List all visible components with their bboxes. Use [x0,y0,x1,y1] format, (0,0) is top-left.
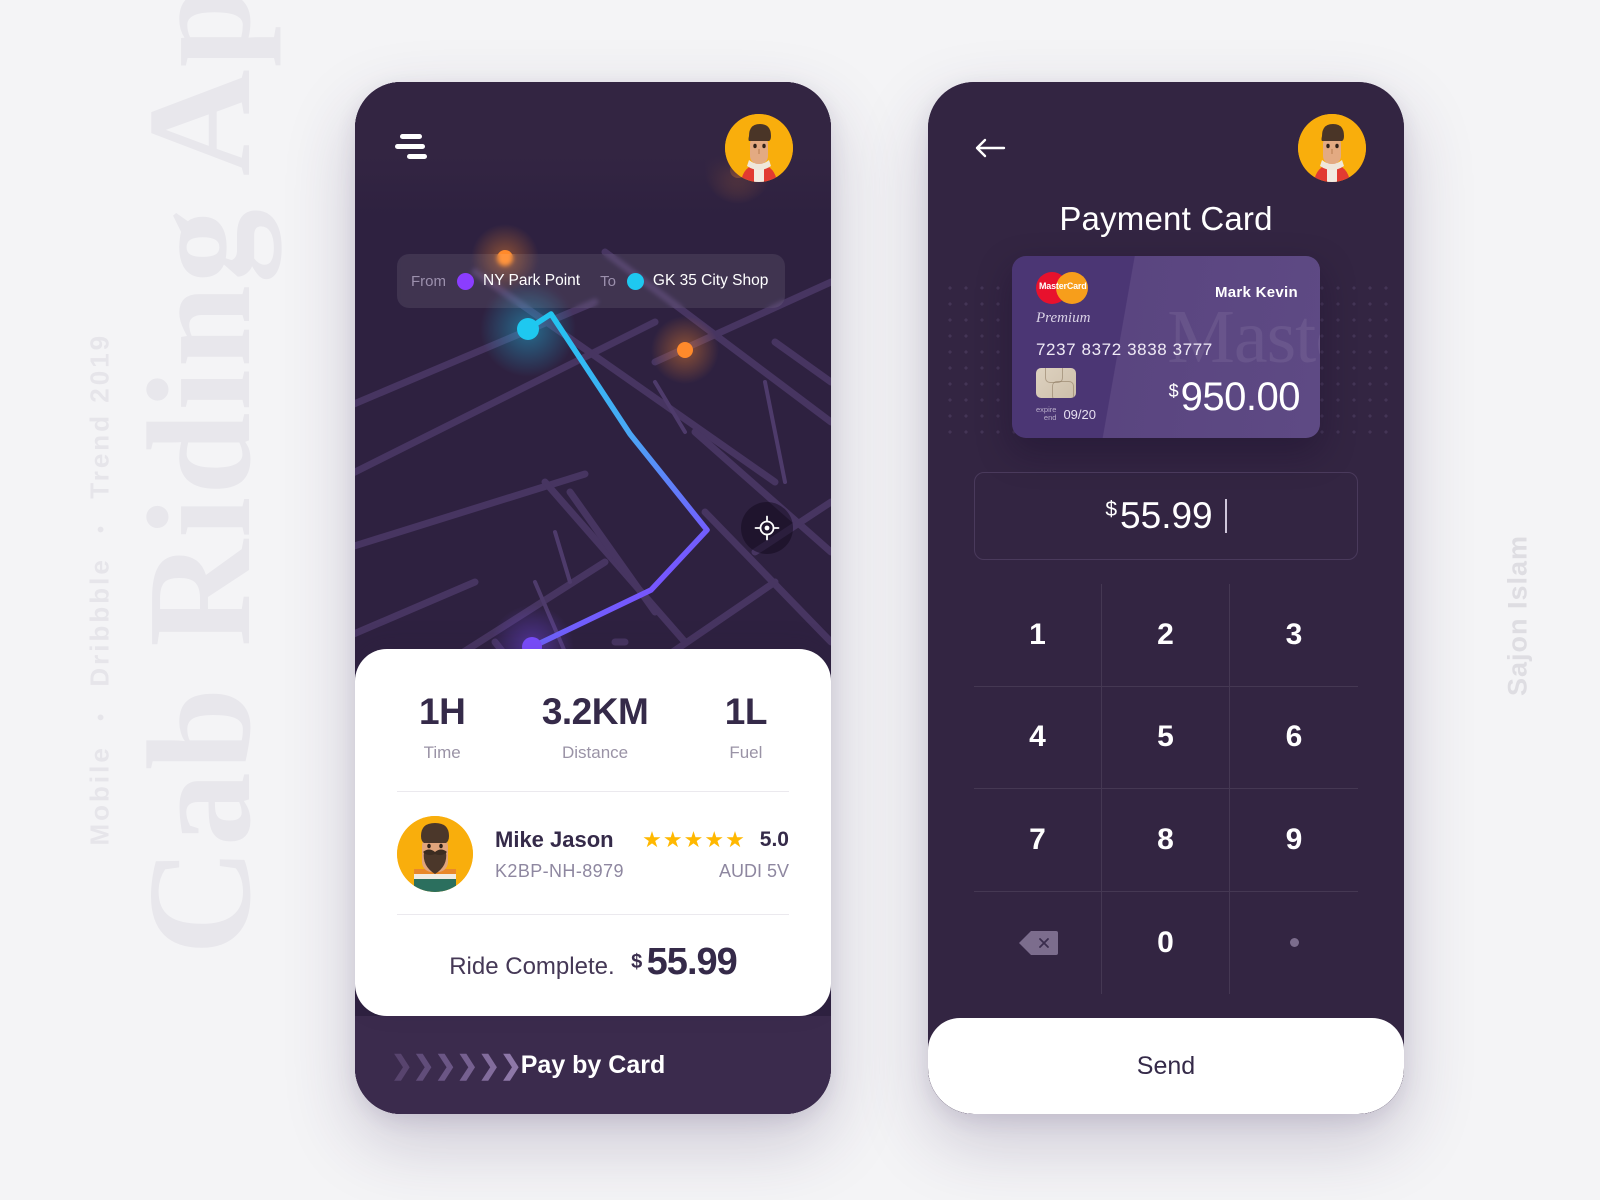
stat-fuel: 1L Fuel [724,691,768,763]
rating-score: 5.0 [759,827,789,851]
route-from-dot [457,272,474,290]
stat-distance-value: 3.2KM [541,691,649,732]
amount-currency: $ [1105,498,1118,521]
payment-screen: Payment Card Maste MasterCard Premium Ma… [928,82,1404,1114]
driver-row-top: Mike Jason ★★★★★ 5.0 [495,827,789,853]
key-2[interactable]: 2 [1102,584,1230,687]
avatar[interactable] [725,114,793,182]
stat-fuel-value: 1L [724,691,768,732]
rating-stars: ★★★★★ [642,826,746,852]
ride-stats: 1H Time 3.2KM Distance 1L Fuel [397,691,789,791]
mastercard-logo-icon: MasterCard [1036,272,1088,304]
send-button[interactable]: Send [928,1018,1404,1114]
meta-separator-1: • [90,710,113,721]
avatar[interactable] [1298,114,1366,182]
text-cursor [1224,499,1227,533]
stat-distance-label: Distance [561,743,629,762]
numeric-keypad: 1 2 3 4 5 6 7 8 9 0 [974,584,1358,994]
route-to-label: To [600,272,616,290]
driver-car-model: AUDI 5V [718,860,789,881]
background-title: Cab Riding App [118,0,282,955]
key-4[interactable]: 4 [974,686,1102,789]
fare-currency: $ [631,950,643,973]
card-expiry: expire end 09/20 [1036,405,1096,423]
route-pill[interactable]: From NY Park Point To GK 35 City Shop [397,254,785,308]
key-3[interactable]: 3 [1230,584,1358,687]
pay-by-card-label: Pay by Card [520,1050,666,1079]
background-meta: Mobile • Dribbble • Trend 2019 [84,333,116,846]
driver-rating: ★★★★★ 5.0 [642,827,789,853]
driver-info: Mike Jason ★★★★★ 5.0 K2BP-NH-8979 AUDI 5… [473,827,789,882]
background-meta-dribbble: Dribbble [84,557,115,687]
driver-plate: K2BP-NH-8979 [495,860,624,881]
card-balance-currency: $ [1168,381,1179,401]
decimal-dot-icon [1289,938,1299,948]
backspace-icon [1018,930,1058,955]
driver-avatar-illustration [397,816,473,892]
card-holder-name: Mark Kevin [1214,284,1298,301]
credit-card[interactable]: Maste MasterCard Premium Mark Kevin 7237… [1012,256,1320,438]
phone-payment: Payment Card Maste MasterCard Premium Ma… [928,82,1404,1114]
card-number: 7237 8372 3838 3777 [1036,340,1213,359]
hamburger-icon[interactable] [395,134,433,160]
driver-row-bottom: K2BP-NH-8979 AUDI 5V [495,853,789,882]
key-7[interactable]: 7 [974,789,1102,892]
pay-by-card-button[interactable]: ❯ ❯ ❯ ❯ ❯ ❯ Pay by Card [355,1016,831,1114]
stat-distance: 3.2KM Distance [541,691,649,763]
fare-label: Ride Complete. [449,953,615,980]
phone-ride-summary: From NY Park Point To GK 35 City Shop 1H… [355,82,831,1114]
avatar-illustration [1298,114,1366,182]
card-expiry-label: expire end [1036,405,1057,423]
card-balance-amount: 950.00 [1180,375,1301,419]
ride-summary-card: 1H Time 3.2KM Distance 1L Fuel Mike Jaso… [355,649,831,1016]
route-to-value: GK 35 City Shop [652,272,769,289]
key-1[interactable]: 1 [974,584,1102,687]
card-tier: Premium [1036,310,1091,326]
key-backspace[interactable] [974,891,1102,994]
canvas: Cab Riding App Mobile • Dribbble • Trend… [0,0,1600,1200]
background-meta-mobile: Mobile [84,745,115,846]
key-5[interactable]: 5 [1102,686,1230,789]
amount-input[interactable]: $ 55.99 [974,472,1358,560]
crosshair-icon [754,515,780,541]
amount-value: 55.99 [1120,495,1213,536]
route-to-dot [626,272,644,290]
stat-time-label: Time [423,743,461,762]
background-meta-trend: Trend 2019 [84,332,115,499]
arrow-left-icon [975,138,1006,158]
key-decimal[interactable] [1230,892,1358,995]
card-watermark: Maste [1167,295,1320,379]
back-button[interactable] [970,128,1010,168]
route-from-value: NY Park Point [483,272,581,289]
key-9[interactable]: 9 [1230,789,1358,892]
fare-amount: 55.99 [646,941,738,983]
meta-separator-2: • [90,522,113,533]
locate-button[interactable] [741,502,793,554]
send-label: Send [1136,1051,1196,1080]
stat-fuel-label: Fuel [729,743,763,762]
stat-time: 1H Time [419,691,466,763]
driver-row[interactable]: Mike Jason ★★★★★ 5.0 K2BP-NH-8979 AUDI 5… [397,792,789,914]
driver-name: Mike Jason [495,826,614,852]
key-8[interactable]: 8 [1102,789,1230,892]
fare-row: Ride Complete. $ 55.99 [397,915,789,1016]
route-from-label: From [411,272,446,290]
mastercard-brand-text: MasterCard [1039,281,1087,291]
avatar-illustration [725,114,793,182]
key-6[interactable]: 6 [1230,687,1358,789]
card-chip-icon [1036,368,1076,398]
background-author: Sajon Islam [1502,534,1533,697]
card-balance: $ 950.00 [1168,375,1301,420]
driver-avatar [397,816,473,892]
key-0[interactable]: 0 [1102,891,1230,994]
card-expiry-value: 09/20 [1063,406,1096,422]
stat-time-value: 1H [419,691,466,732]
page-title: Payment Card [1059,200,1273,237]
chevron-arrows-icon: ❯ ❯ ❯ ❯ ❯ ❯ [391,1050,522,1080]
